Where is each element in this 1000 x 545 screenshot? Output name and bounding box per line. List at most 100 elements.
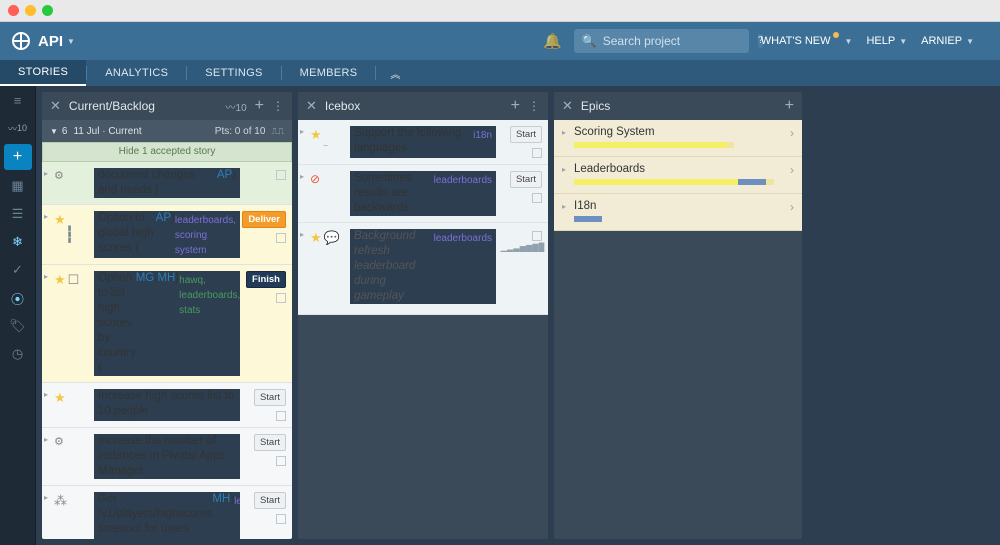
epic-title: Scoring System bbox=[574, 126, 790, 138]
notifications-icon[interactable]: 🔔 bbox=[543, 32, 562, 50]
tab-settings[interactable]: SETTINGS bbox=[187, 60, 280, 86]
whats-new-badge-icon bbox=[833, 32, 839, 38]
whats-new-link[interactable]: WHAT'S NEW▼ bbox=[761, 35, 853, 47]
tab-members[interactable]: MEMBERS bbox=[282, 60, 376, 86]
select-checkbox[interactable] bbox=[276, 293, 286, 303]
chevron-down-icon[interactable]: ▼ bbox=[67, 37, 75, 46]
expand-icon[interactable]: ▸ bbox=[562, 202, 570, 211]
rail-icebox-icon[interactable]: ❄ bbox=[0, 228, 35, 256]
feature-icon: ★ bbox=[54, 212, 66, 228]
epic-progress bbox=[574, 216, 602, 222]
help-link[interactable]: HELP▼ bbox=[866, 35, 907, 47]
start-button[interactable]: Start bbox=[254, 434, 286, 451]
add-epic-icon[interactable]: + bbox=[785, 97, 794, 115]
story-tags[interactable]: i18n bbox=[473, 128, 492, 158]
close-panel-icon[interactable]: ✕ bbox=[562, 98, 573, 114]
comment-icon: 💬 bbox=[324, 230, 340, 246]
expand-icon[interactable]: ▸ bbox=[562, 128, 570, 137]
story-row[interactable]: ▸⚙ Increase the number of instances in P… bbox=[42, 428, 292, 486]
zoom-window-icon[interactable] bbox=[42, 5, 53, 16]
bug-icon: ⁂ bbox=[54, 493, 67, 509]
minimize-window-icon[interactable] bbox=[25, 5, 36, 16]
select-checkbox[interactable] bbox=[276, 233, 286, 243]
expand-icon[interactable]: ▸ bbox=[44, 435, 52, 444]
rail-done-icon[interactable]: ✓ bbox=[0, 256, 35, 284]
rail-current-icon[interactable]: ☰ bbox=[0, 200, 35, 228]
epic-row[interactable]: ▸ I18n › bbox=[554, 194, 802, 231]
velocity-icon: ⎍⎍ bbox=[271, 126, 284, 137]
panel-options-icon[interactable]: ⋮ bbox=[528, 99, 540, 113]
hide-accepted-toggle[interactable]: Hide 1 accepted story bbox=[42, 142, 292, 162]
start-button[interactable]: Start bbox=[510, 171, 542, 188]
epic-row[interactable]: ▸ Scoring System › bbox=[554, 120, 802, 157]
expand-icon[interactable]: ▸ bbox=[300, 230, 308, 239]
add-story-icon[interactable]: + bbox=[255, 97, 264, 115]
story-tags[interactable]: leaderboards, scoring system bbox=[175, 213, 236, 258]
search-input[interactable]: 🔍 ? bbox=[574, 29, 749, 53]
expand-icon[interactable]: ▸ bbox=[300, 172, 308, 181]
story-row[interactable]: ▸★☐ Option to list high scores by countr… bbox=[42, 265, 292, 383]
feature-icon: ★ bbox=[54, 390, 66, 406]
tasks-icon: ☐ bbox=[68, 272, 80, 288]
panel-options-icon[interactable]: ⋮ bbox=[272, 99, 284, 113]
select-checkbox[interactable] bbox=[276, 170, 286, 180]
start-button[interactable]: Start bbox=[254, 492, 286, 509]
epic-row[interactable]: ▸ Leaderboards › bbox=[554, 157, 802, 194]
add-story-icon[interactable]: + bbox=[511, 97, 520, 115]
story-row[interactable]: ▸⚙ document changes and needs (AP) bbox=[42, 162, 292, 205]
panel-title: Epics bbox=[581, 99, 777, 113]
search-field[interactable] bbox=[603, 34, 758, 48]
iteration-header[interactable]: ▼ 6 11 Jul · Current Pts: 0 of 10 ⎍⎍ bbox=[42, 120, 292, 142]
sidebar-toggle-icon[interactable]: ≡ bbox=[0, 86, 35, 114]
start-button[interactable]: Start bbox=[510, 126, 542, 143]
expand-icon[interactable]: ▸ bbox=[562, 165, 570, 174]
chevron-right-icon[interactable]: › bbox=[790, 163, 794, 177]
tab-stories[interactable]: STORIES bbox=[0, 60, 86, 86]
select-checkbox[interactable] bbox=[276, 514, 286, 524]
nav-tabs: STORIES ANALYTICS SETTINGS MEMBERS ︽ bbox=[0, 60, 1000, 86]
panel-epics: ✕ Epics + ▸ Scoring System › ▸ bbox=[554, 92, 802, 539]
select-checkbox[interactable] bbox=[276, 456, 286, 466]
start-button[interactable]: Start bbox=[254, 389, 286, 406]
story-tags[interactable]: hawq, leaderboards, stats bbox=[179, 273, 240, 376]
select-checkbox[interactable] bbox=[532, 193, 542, 203]
project-name[interactable]: API bbox=[38, 33, 63, 50]
finish-button[interactable]: Finish bbox=[246, 271, 286, 288]
story-count: 〰10 bbox=[226, 99, 247, 114]
close-panel-icon[interactable]: ✕ bbox=[306, 98, 317, 114]
story-tags[interactable]: leaderboards bbox=[434, 231, 492, 304]
close-window-icon[interactable] bbox=[8, 5, 19, 16]
iteration-points: Pts: 0 of 10 bbox=[215, 126, 266, 137]
story-row[interactable]: ▸⁂ Get /v1/players/highscores timesout f… bbox=[42, 486, 292, 539]
expand-icon[interactable]: ▸ bbox=[300, 127, 308, 136]
rail-labels-icon[interactable]: 🏷 bbox=[0, 312, 35, 340]
chevron-right-icon[interactable]: › bbox=[790, 200, 794, 214]
chevron-right-icon[interactable]: › bbox=[790, 126, 794, 140]
rail-mywork-icon[interactable]: ▦ bbox=[0, 172, 35, 200]
expand-icon[interactable]: ▸ bbox=[44, 169, 52, 178]
deliver-button[interactable]: Deliver bbox=[242, 211, 286, 228]
caret-down-icon: ▼ bbox=[50, 127, 58, 136]
story-row[interactable]: ▸★_ Support the following languagesi18n … bbox=[298, 120, 548, 165]
estimate-icons[interactable]: ▁ ▂ ▃ ▅ ▆ ▇ ▉ bbox=[501, 243, 544, 252]
select-checkbox[interactable] bbox=[532, 231, 542, 241]
expand-icon[interactable]: ▸ bbox=[44, 272, 52, 281]
user-menu[interactable]: ARNIEP▼ bbox=[921, 35, 974, 47]
select-checkbox[interactable] bbox=[276, 411, 286, 421]
add-story-button[interactable]: + bbox=[4, 144, 32, 170]
story-row[interactable]: ▸★ Increase high scores list to 10 peopl… bbox=[42, 383, 292, 428]
velocity-indicator[interactable]: 〰10 bbox=[0, 114, 35, 142]
collapse-all-icon[interactable]: ︽ bbox=[376, 60, 414, 86]
expand-icon[interactable]: ▸ bbox=[44, 212, 52, 221]
rail-epics-icon[interactable]: ⦿ bbox=[0, 284, 35, 312]
tab-analytics[interactable]: ANALYTICS bbox=[87, 60, 186, 86]
story-row[interactable]: ▸★💬 Background refresh leaderboard durin… bbox=[298, 223, 548, 315]
select-checkbox[interactable] bbox=[532, 148, 542, 158]
close-panel-icon[interactable]: ✕ bbox=[50, 98, 61, 114]
rail-history-icon[interactable]: ◷ bbox=[0, 340, 35, 368]
story-tags[interactable]: leaderboards bbox=[434, 173, 492, 216]
expand-icon[interactable]: ▸ bbox=[44, 390, 52, 399]
expand-icon[interactable]: ▸ bbox=[44, 493, 52, 502]
story-row[interactable]: ▸⊘ Sometimes results are backwardsleader… bbox=[298, 165, 548, 223]
story-row[interactable]: ▸★▮▮▮ Option to global high scores (AP) … bbox=[42, 205, 292, 265]
